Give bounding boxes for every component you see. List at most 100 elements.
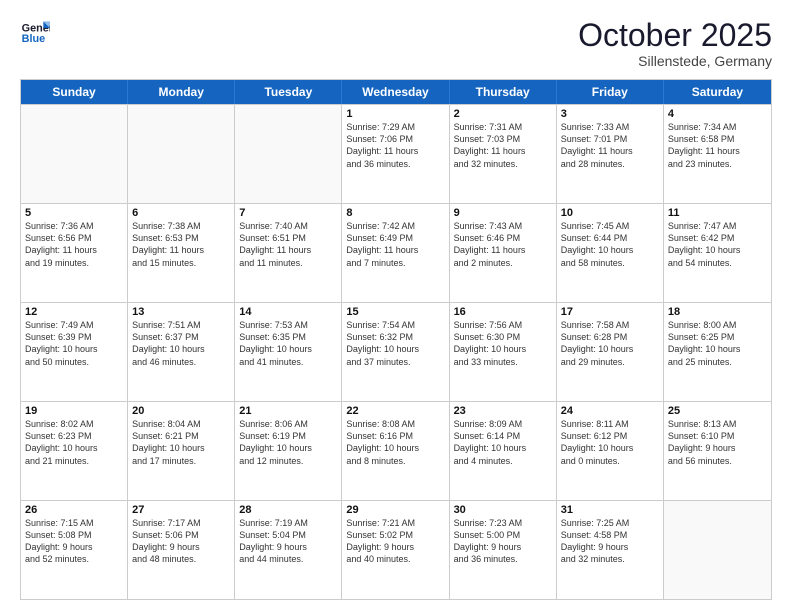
cell-info: Sunrise: 7:36 AM Sunset: 6:56 PM Dayligh… bbox=[25, 220, 123, 269]
day-header-saturday: Saturday bbox=[664, 80, 771, 104]
cell-date: 14 bbox=[239, 306, 337, 318]
calendar-row-0: 1Sunrise: 7:29 AM Sunset: 7:06 PM Daylig… bbox=[21, 104, 771, 203]
calendar-row-1: 5Sunrise: 7:36 AM Sunset: 6:56 PM Daylig… bbox=[21, 203, 771, 302]
calendar-cell: 22Sunrise: 8:08 AM Sunset: 6:16 PM Dayli… bbox=[342, 402, 449, 500]
cell-info: Sunrise: 8:13 AM Sunset: 6:10 PM Dayligh… bbox=[668, 418, 767, 467]
cell-date: 23 bbox=[454, 405, 552, 417]
cell-info: Sunrise: 7:42 AM Sunset: 6:49 PM Dayligh… bbox=[346, 220, 444, 269]
day-header-friday: Friday bbox=[557, 80, 664, 104]
cell-info: Sunrise: 7:29 AM Sunset: 7:06 PM Dayligh… bbox=[346, 121, 444, 170]
cell-info: Sunrise: 7:17 AM Sunset: 5:06 PM Dayligh… bbox=[132, 517, 230, 566]
cell-date: 11 bbox=[668, 207, 767, 219]
cell-date: 24 bbox=[561, 405, 659, 417]
svg-text:Blue: Blue bbox=[22, 33, 45, 45]
cell-info: Sunrise: 8:09 AM Sunset: 6:14 PM Dayligh… bbox=[454, 418, 552, 467]
calendar-cell: 13Sunrise: 7:51 AM Sunset: 6:37 PM Dayli… bbox=[128, 303, 235, 401]
cell-date: 3 bbox=[561, 108, 659, 120]
calendar-cell: 15Sunrise: 7:54 AM Sunset: 6:32 PM Dayli… bbox=[342, 303, 449, 401]
calendar-cell: 8Sunrise: 7:42 AM Sunset: 6:49 PM Daylig… bbox=[342, 204, 449, 302]
cell-date: 21 bbox=[239, 405, 337, 417]
cell-info: Sunrise: 8:08 AM Sunset: 6:16 PM Dayligh… bbox=[346, 418, 444, 467]
calendar-cell: 24Sunrise: 8:11 AM Sunset: 6:12 PM Dayli… bbox=[557, 402, 664, 500]
calendar-cell bbox=[664, 501, 771, 599]
calendar-cell bbox=[128, 105, 235, 203]
cell-date: 25 bbox=[668, 405, 767, 417]
calendar-cell bbox=[21, 105, 128, 203]
cell-info: Sunrise: 7:31 AM Sunset: 7:03 PM Dayligh… bbox=[454, 121, 552, 170]
cell-date: 1 bbox=[346, 108, 444, 120]
cell-date: 30 bbox=[454, 504, 552, 516]
calendar: SundayMondayTuesdayWednesdayThursdayFrid… bbox=[20, 79, 772, 600]
cell-info: Sunrise: 7:15 AM Sunset: 5:08 PM Dayligh… bbox=[25, 517, 123, 566]
cell-date: 31 bbox=[561, 504, 659, 516]
calendar-cell: 5Sunrise: 7:36 AM Sunset: 6:56 PM Daylig… bbox=[21, 204, 128, 302]
cell-info: Sunrise: 8:11 AM Sunset: 6:12 PM Dayligh… bbox=[561, 418, 659, 467]
logo-icon: General Blue bbox=[20, 18, 50, 48]
cell-info: Sunrise: 7:49 AM Sunset: 6:39 PM Dayligh… bbox=[25, 319, 123, 368]
cell-date: 20 bbox=[132, 405, 230, 417]
calendar-cell: 4Sunrise: 7:34 AM Sunset: 6:58 PM Daylig… bbox=[664, 105, 771, 203]
cell-date: 10 bbox=[561, 207, 659, 219]
cell-info: Sunrise: 7:51 AM Sunset: 6:37 PM Dayligh… bbox=[132, 319, 230, 368]
cell-date: 17 bbox=[561, 306, 659, 318]
cell-info: Sunrise: 7:21 AM Sunset: 5:02 PM Dayligh… bbox=[346, 517, 444, 566]
calendar-row-3: 19Sunrise: 8:02 AM Sunset: 6:23 PM Dayli… bbox=[21, 401, 771, 500]
calendar-cell: 27Sunrise: 7:17 AM Sunset: 5:06 PM Dayli… bbox=[128, 501, 235, 599]
calendar-cell: 25Sunrise: 8:13 AM Sunset: 6:10 PM Dayli… bbox=[664, 402, 771, 500]
cell-date: 13 bbox=[132, 306, 230, 318]
cell-date: 18 bbox=[668, 306, 767, 318]
calendar-cell: 1Sunrise: 7:29 AM Sunset: 7:06 PM Daylig… bbox=[342, 105, 449, 203]
cell-date: 19 bbox=[25, 405, 123, 417]
cell-info: Sunrise: 8:02 AM Sunset: 6:23 PM Dayligh… bbox=[25, 418, 123, 467]
cell-info: Sunrise: 8:04 AM Sunset: 6:21 PM Dayligh… bbox=[132, 418, 230, 467]
cell-info: Sunrise: 8:06 AM Sunset: 6:19 PM Dayligh… bbox=[239, 418, 337, 467]
calendar-cell: 9Sunrise: 7:43 AM Sunset: 6:46 PM Daylig… bbox=[450, 204, 557, 302]
cell-info: Sunrise: 7:25 AM Sunset: 4:58 PM Dayligh… bbox=[561, 517, 659, 566]
cell-info: Sunrise: 7:40 AM Sunset: 6:51 PM Dayligh… bbox=[239, 220, 337, 269]
calendar-header: SundayMondayTuesdayWednesdayThursdayFrid… bbox=[21, 80, 771, 104]
cell-info: Sunrise: 7:54 AM Sunset: 6:32 PM Dayligh… bbox=[346, 319, 444, 368]
cell-date: 2 bbox=[454, 108, 552, 120]
cell-info: Sunrise: 7:23 AM Sunset: 5:00 PM Dayligh… bbox=[454, 517, 552, 566]
day-header-sunday: Sunday bbox=[21, 80, 128, 104]
calendar-cell bbox=[235, 105, 342, 203]
cell-info: Sunrise: 7:38 AM Sunset: 6:53 PM Dayligh… bbox=[132, 220, 230, 269]
cell-date: 12 bbox=[25, 306, 123, 318]
calendar-cell: 6Sunrise: 7:38 AM Sunset: 6:53 PM Daylig… bbox=[128, 204, 235, 302]
calendar-cell: 10Sunrise: 7:45 AM Sunset: 6:44 PM Dayli… bbox=[557, 204, 664, 302]
day-header-tuesday: Tuesday bbox=[235, 80, 342, 104]
calendar-cell: 12Sunrise: 7:49 AM Sunset: 6:39 PM Dayli… bbox=[21, 303, 128, 401]
cell-date: 22 bbox=[346, 405, 444, 417]
cell-date: 26 bbox=[25, 504, 123, 516]
cell-date: 8 bbox=[346, 207, 444, 219]
cell-info: Sunrise: 7:45 AM Sunset: 6:44 PM Dayligh… bbox=[561, 220, 659, 269]
calendar-cell: 16Sunrise: 7:56 AM Sunset: 6:30 PM Dayli… bbox=[450, 303, 557, 401]
calendar-cell: 3Sunrise: 7:33 AM Sunset: 7:01 PM Daylig… bbox=[557, 105, 664, 203]
cell-date: 5 bbox=[25, 207, 123, 219]
calendar-cell: 31Sunrise: 7:25 AM Sunset: 4:58 PM Dayli… bbox=[557, 501, 664, 599]
cell-info: Sunrise: 7:58 AM Sunset: 6:28 PM Dayligh… bbox=[561, 319, 659, 368]
page: General Blue October 2025 Sillenstede, G… bbox=[0, 0, 792, 612]
day-header-thursday: Thursday bbox=[450, 80, 557, 104]
cell-info: Sunrise: 8:00 AM Sunset: 6:25 PM Dayligh… bbox=[668, 319, 767, 368]
cell-info: Sunrise: 7:47 AM Sunset: 6:42 PM Dayligh… bbox=[668, 220, 767, 269]
calendar-cell: 17Sunrise: 7:58 AM Sunset: 6:28 PM Dayli… bbox=[557, 303, 664, 401]
day-header-monday: Monday bbox=[128, 80, 235, 104]
day-header-wednesday: Wednesday bbox=[342, 80, 449, 104]
calendar-cell: 26Sunrise: 7:15 AM Sunset: 5:08 PM Dayli… bbox=[21, 501, 128, 599]
cell-info: Sunrise: 7:53 AM Sunset: 6:35 PM Dayligh… bbox=[239, 319, 337, 368]
title-block: October 2025 Sillenstede, Germany bbox=[578, 18, 772, 69]
calendar-cell: 30Sunrise: 7:23 AM Sunset: 5:00 PM Dayli… bbox=[450, 501, 557, 599]
calendar-cell: 20Sunrise: 8:04 AM Sunset: 6:21 PM Dayli… bbox=[128, 402, 235, 500]
cell-date: 7 bbox=[239, 207, 337, 219]
logo: General Blue bbox=[20, 18, 50, 48]
cell-date: 9 bbox=[454, 207, 552, 219]
cell-info: Sunrise: 7:56 AM Sunset: 6:30 PM Dayligh… bbox=[454, 319, 552, 368]
calendar-cell: 29Sunrise: 7:21 AM Sunset: 5:02 PM Dayli… bbox=[342, 501, 449, 599]
cell-info: Sunrise: 7:34 AM Sunset: 6:58 PM Dayligh… bbox=[668, 121, 767, 170]
cell-date: 4 bbox=[668, 108, 767, 120]
cell-date: 6 bbox=[132, 207, 230, 219]
calendar-row-2: 12Sunrise: 7:49 AM Sunset: 6:39 PM Dayli… bbox=[21, 302, 771, 401]
calendar-cell: 11Sunrise: 7:47 AM Sunset: 6:42 PM Dayli… bbox=[664, 204, 771, 302]
cell-date: 28 bbox=[239, 504, 337, 516]
